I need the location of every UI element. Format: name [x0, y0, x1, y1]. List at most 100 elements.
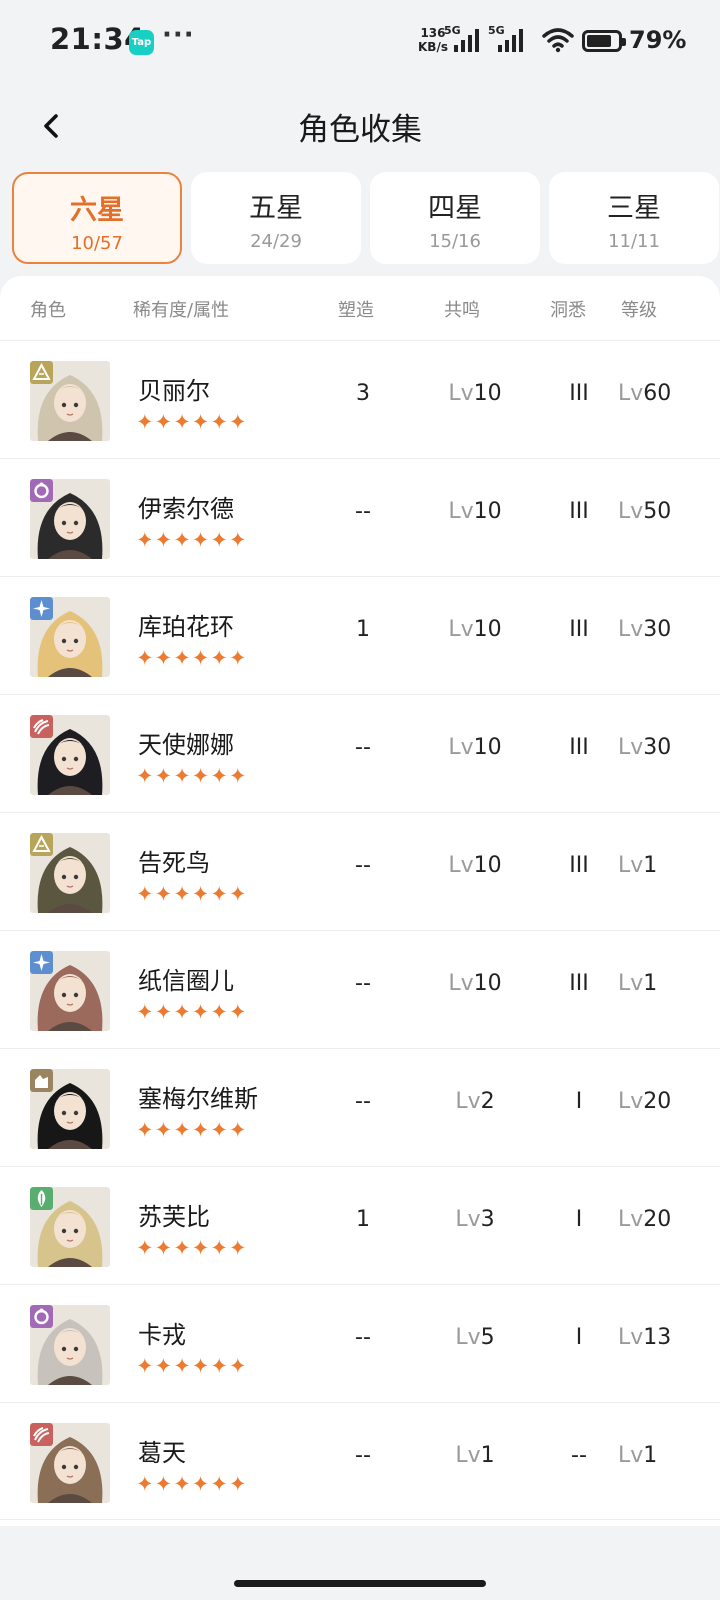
- forge-value: 3: [356, 381, 370, 406]
- resonance-value: 10: [473, 617, 502, 642]
- rarity-stars: ✦✦✦✦✦✦: [136, 528, 248, 552]
- tab-count: 15/16: [429, 231, 481, 252]
- level-cell: Lv1: [618, 1443, 708, 1468]
- insight-value: III: [569, 853, 589, 878]
- lv-prefix: Lv: [618, 1325, 644, 1350]
- character-row[interactable]: 告死鸟 ✦✦✦✦✦✦ -- Lv10 III Lv1: [0, 812, 720, 930]
- element-ring-icon: [30, 1305, 53, 1328]
- rarity-stars: ✦✦✦✦✦✦: [136, 1000, 248, 1024]
- resonance-cell: Lv10: [420, 853, 530, 878]
- resonance-value: 10: [473, 499, 502, 524]
- character-name: 卡戎: [138, 1321, 186, 1349]
- level-cell: Lv50: [618, 499, 708, 524]
- lv-prefix: Lv: [455, 1443, 481, 1468]
- character-list: 贝丽尔 ✦✦✦✦✦✦ 3 Lv10 III Lv60 伊索尔德 ✦✦✦✦✦✦ -- Lv10 III…: [0, 340, 720, 1520]
- lv-prefix: Lv: [448, 971, 474, 996]
- character-row[interactable]: 天使娜娜 ✦✦✦✦✦✦ -- Lv10 III Lv30: [0, 694, 720, 812]
- rarity-stars: ✦✦✦✦✦✦: [136, 646, 248, 670]
- character-row[interactable]: 苏芙比 ✦✦✦✦✦✦ 1 Lv3 I Lv20: [0, 1166, 720, 1284]
- element-rock-icon: [30, 1069, 53, 1092]
- forge-value: --: [355, 1089, 371, 1114]
- tab-rarity[interactable]: 四星 15/16: [370, 172, 540, 264]
- lv-prefix: Lv: [618, 971, 644, 996]
- network-speed-unit: KB/s: [418, 40, 448, 54]
- rarity-stars: ✦✦✦✦✦✦: [136, 1118, 248, 1142]
- rarity-stars: ✦✦✦✦✦✦: [136, 764, 248, 788]
- level-cell: Lv20: [618, 1207, 708, 1232]
- tab-label: 四星: [428, 193, 482, 224]
- forge-value: --: [355, 735, 371, 760]
- level-cell: Lv60: [618, 381, 708, 406]
- lv-prefix: Lv: [455, 1089, 481, 1114]
- column-header-role: 角色: [30, 300, 66, 321]
- character-name: 库珀花环: [138, 613, 234, 641]
- insight-value: I: [575, 1207, 583, 1232]
- element-ring-icon: [30, 479, 53, 502]
- insight-value: III: [569, 971, 589, 996]
- lv-prefix: Lv: [448, 381, 474, 406]
- forge-value: --: [355, 1443, 371, 1468]
- level-cell: Lv1: [618, 853, 708, 878]
- character-name: 贝丽尔: [138, 377, 210, 405]
- tab-rarity[interactable]: 六星 10/57: [12, 172, 182, 264]
- forge-value: --: [355, 1325, 371, 1350]
- level-cell: Lv1: [618, 971, 708, 996]
- tab-rarity[interactable]: 五星 24/29: [191, 172, 361, 264]
- character-row[interactable]: 库珀花环 ✦✦✦✦✦✦ 1 Lv10 III Lv30: [0, 576, 720, 694]
- level-cell: Lv30: [618, 735, 708, 760]
- lv-prefix: Lv: [618, 735, 644, 760]
- lv-prefix: Lv: [618, 1207, 644, 1232]
- character-row[interactable]: 塞梅尔维斯 ✦✦✦✦✦✦ -- Lv2 I Lv20: [0, 1048, 720, 1166]
- character-row[interactable]: 葛天 ✦✦✦✦✦✦ -- Lv1 -- Lv1: [0, 1402, 720, 1520]
- level-value: 1: [643, 1443, 658, 1468]
- resonance-cell: Lv2: [420, 1089, 530, 1114]
- tab-label: 五星: [249, 193, 303, 224]
- lv-prefix: Lv: [618, 381, 644, 406]
- character-name: 苏芙比: [138, 1203, 210, 1231]
- level-cell: Lv13: [618, 1325, 708, 1350]
- tab-label: 六星: [70, 195, 124, 226]
- rarity-stars: ✦✦✦✦✦✦: [136, 1354, 248, 1378]
- character-name: 天使娜娜: [138, 731, 234, 759]
- character-row[interactable]: 纸信圈儿 ✦✦✦✦✦✦ -- Lv10 III Lv1: [0, 930, 720, 1048]
- resonance-cell: Lv3: [420, 1207, 530, 1232]
- character-row[interactable]: 伊索尔德 ✦✦✦✦✦✦ -- Lv10 III Lv50: [0, 458, 720, 576]
- lv-prefix: Lv: [455, 1325, 481, 1350]
- resonance-cell: Lv5: [420, 1325, 530, 1350]
- page-title: 角色收集: [298, 112, 422, 148]
- home-indicator[interactable]: [234, 1580, 486, 1587]
- resonance-value: 10: [473, 971, 502, 996]
- character-name: 伊索尔德: [138, 495, 234, 523]
- insight-value: III: [569, 381, 589, 406]
- character-row[interactable]: 贝丽尔 ✦✦✦✦✦✦ 3 Lv10 III Lv60: [0, 340, 720, 458]
- insight-value: I: [575, 1325, 583, 1350]
- resonance-value: 10: [473, 381, 502, 406]
- resonance-cell: Lv10: [420, 499, 530, 524]
- tab-count: 24/29: [250, 231, 302, 252]
- tab-label: 三星: [607, 193, 661, 224]
- character-row[interactable]: 卡戎 ✦✦✦✦✦✦ -- Lv5 I Lv13: [0, 1284, 720, 1402]
- forge-value: 1: [356, 617, 370, 642]
- rarity-stars: ✦✦✦✦✦✦: [136, 1236, 248, 1260]
- lv-prefix: Lv: [618, 1089, 644, 1114]
- character-name: 葛天: [138, 1439, 186, 1467]
- level-value: 60: [643, 381, 672, 406]
- status-bar: 21:34 Tap ··· 136 KB/s 5G 5G 79%: [0, 0, 720, 84]
- insight-value: III: [569, 617, 589, 642]
- level-cell: Lv20: [618, 1089, 708, 1114]
- level-value: 30: [643, 617, 672, 642]
- element-triangle-icon: [30, 361, 53, 384]
- battery-percent: 79%: [629, 26, 687, 54]
- tab-rarity[interactable]: 三星 11/11: [549, 172, 719, 264]
- header: 角色收集: [0, 84, 720, 170]
- column-header-insight: 洞悉: [550, 300, 586, 321]
- wifi-icon: [542, 28, 574, 53]
- more-notifications-icon: ···: [162, 20, 195, 50]
- forge-value: 1: [356, 1207, 370, 1232]
- tap-app-icon: Tap: [129, 30, 154, 55]
- rarity-stars: ✦✦✦✦✦✦: [136, 882, 248, 906]
- character-name: 纸信圈儿: [138, 967, 234, 995]
- battery-level: [587, 35, 611, 47]
- rarity-tabs: 六星 10/57 五星 24/29 四星 15/16 三星 11/11: [12, 172, 720, 264]
- level-value: 30: [643, 735, 672, 760]
